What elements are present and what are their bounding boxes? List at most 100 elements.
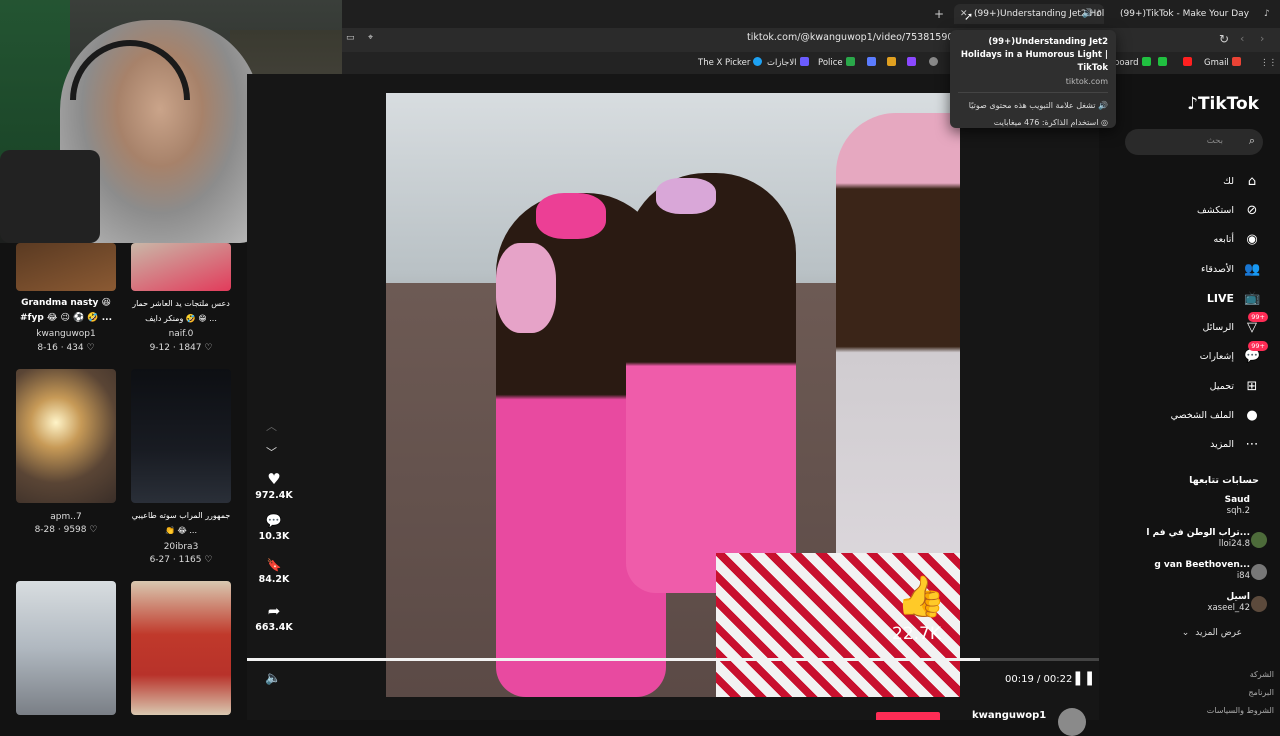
feed-user-4[interactable]: 20ibra3 (126, 540, 236, 554)
feed-thumb-6[interactable] (131, 581, 231, 715)
tab-hover-tooltip: (99+)Understanding Jet2 Holidays in a Hu… (950, 30, 1116, 128)
search-icon: ⌕ (1248, 134, 1255, 147)
author-name[interactable]: kwanguwop1 (972, 710, 1046, 721)
bookmark-board[interactable]: board (1114, 56, 1151, 70)
tab-bar: + ✕ (99+)Understanding Jet2 Holi 🔊 ♪ (99… (342, 0, 1280, 28)
feed-user-2[interactable]: naif.0 (126, 327, 236, 341)
share-action[interactable]: ➦ 663.4K (255, 602, 293, 633)
feed-thumb-3[interactable] (16, 369, 116, 503)
video-progress-bar[interactable] (247, 658, 1099, 661)
video-progress-fill (247, 658, 980, 661)
nav-item-messages[interactable]: الرسائل ▽ 99+ (1203, 312, 1268, 338)
x-picker-icon (753, 57, 763, 66)
bookmark-youtube[interactable] (1180, 56, 1192, 70)
apps-grid-icon[interactable]: ⋮⋮ (1260, 56, 1277, 70)
friends-icon: 👥 (1244, 261, 1261, 277)
back-icon[interactable]: › (1260, 29, 1264, 49)
more-icon: ⋯ (1245, 436, 1259, 452)
tiktok-note-icon: ♪ (1187, 94, 1198, 114)
chevron-down-icon: ⌄ (1181, 628, 1190, 638)
tab-search-icon[interactable]: ⌖ (368, 28, 373, 48)
nav-item-upload[interactable]: تحميل ⊞ (1210, 375, 1260, 397)
nav-item-for-you[interactable]: لك ⌂ (1223, 170, 1260, 192)
pause-icon[interactable]: ❚❚ (1072, 670, 1095, 686)
profile-icon: ● (1246, 407, 1258, 423)
volume-icon[interactable]: 🔈 (265, 671, 281, 686)
following-name: g van Beethoven... (1154, 560, 1250, 570)
bookmark-7[interactable] (926, 56, 938, 70)
footer-terms[interactable]: الشروط والسياسات (1207, 706, 1274, 715)
nav-label: استكشف (1196, 204, 1234, 216)
nav-item-more[interactable]: المزيد ⋯ (1210, 433, 1260, 455)
tab-audio-icon[interactable]: 🔊 (1082, 4, 1093, 24)
youtube-icon (1183, 57, 1192, 66)
tiktok-favicon-icon: ♪ (1096, 9, 1102, 19)
feed-stats-2: 9-12 · 1847 ♡ (149, 343, 213, 353)
bookmark-action[interactable]: 🔖 84.2K (255, 558, 293, 585)
nav-item-profile[interactable]: الملف الشخصي ● (1171, 404, 1260, 426)
bookmark-4[interactable] (864, 56, 876, 70)
heart-icon: ♥ (267, 470, 281, 488)
scroll-down-icon[interactable]: ﹀ (266, 444, 277, 460)
video-frame[interactable]: 👍 22.7K (386, 93, 960, 697)
notifications-badge: 99+ (1248, 341, 1268, 351)
feed-thumb-4[interactable] (131, 369, 231, 503)
address-bar[interactable]: tiktok.com/@kwanguwop1/video/75381590988… (747, 32, 984, 43)
following-item-1[interactable]: Saud sqh.2 (1225, 495, 1250, 517)
footer-company[interactable]: الشركة (1250, 670, 1274, 679)
memory-icon: ◎ (1101, 118, 1108, 127)
tab-tiktok[interactable]: (99+)TikTok - Make Your Day (1120, 4, 1260, 24)
like-action[interactable]: ♥ 972.4K (255, 470, 293, 501)
tiktok-favicon-icon-2: ♪ (1264, 9, 1270, 19)
feed-user-3[interactable]: apm..7 (11, 510, 121, 524)
follow-button[interactable] (876, 712, 940, 720)
nav-item-following[interactable]: أتابعه ◉ (1214, 228, 1261, 250)
bookmark-5[interactable] (884, 56, 896, 70)
right-sidebar: ♪TikTok ⌕ بحث لك ⌂ استكشف ⊘ أتابعه ◉ الأصدقاء 👥… (1099, 74, 1280, 720)
s-icon (907, 57, 916, 66)
nav-item-notifications[interactable]: إشعارات 💬 99+ (1200, 341, 1268, 367)
feed-stats-3: 8-28 · 9598 ♡ (34, 525, 98, 535)
for-you-icon: ⌂ (1247, 173, 1257, 189)
nav-item-live[interactable]: LIVE 📺 (1207, 287, 1260, 309)
following-handle: i84 (1236, 571, 1250, 581)
bookmark-police[interactable]: Police (818, 56, 855, 70)
comment-count: 10.3K (258, 531, 290, 542)
tiktok-logo[interactable]: ♪TikTok (1187, 94, 1259, 114)
feed-thumb-5[interactable] (16, 581, 116, 715)
following-avatar (1251, 596, 1267, 612)
feed-caption-2: دعس ملتجات يد العاشر حمار ومنكر دايف 🤣 😁… (132, 299, 230, 323)
kick-icon (1158, 57, 1167, 66)
reload-icon[interactable]: ↻ (1219, 29, 1229, 49)
tooltip-audio: تشغل علامة التبويب هذه محتوى صوتيًا 🔊 (968, 101, 1108, 110)
nav-label: الملف الشخصي (1170, 409, 1234, 421)
bookmark-holidays[interactable]: الاجازات (767, 56, 809, 70)
following-name: اسيل (1226, 592, 1250, 602)
thumbs-up-icon: 👍 (896, 574, 946, 620)
bookmark-kick[interactable] (1155, 56, 1167, 70)
bookmark-6[interactable] (904, 56, 916, 70)
k-icon (1141, 57, 1151, 66)
scroll-up-icon[interactable]: ︿ (266, 418, 277, 434)
bookmark-x-picker[interactable]: The X Picker (698, 56, 763, 70)
footer-program[interactable]: البرنامج (1248, 688, 1274, 697)
following-avatar (1251, 564, 1267, 580)
following-item-4[interactable]: اسيل xaseel_42 (1207, 592, 1250, 614)
comment-action[interactable]: 💬 10.3K (255, 514, 293, 542)
feed-thumb-1[interactable] (16, 243, 116, 291)
nav-item-friends[interactable]: الأصدقاء 👥 (1201, 258, 1260, 280)
new-tab-button[interactable]: + (934, 4, 944, 24)
see-more-link[interactable]: ⌄ عرض المزيد (1182, 628, 1242, 638)
following-item-2[interactable]: تراب الوطن في فم ا... lloi24.8 (1146, 528, 1250, 550)
nav-item-explore[interactable]: استكشف ⊘ (1197, 199, 1260, 221)
forward-icon[interactable]: ‹ (1240, 29, 1244, 49)
feed-thumb-2[interactable] (131, 243, 231, 291)
messages-badge: 99+ (1248, 312, 1268, 322)
author-avatar[interactable] (1058, 708, 1086, 736)
bookmark-gmail[interactable]: Gmail (1204, 56, 1241, 70)
feed-stats-1: 8-16 · 434 ♡ (37, 343, 95, 353)
search-box[interactable]: ⌕ بحث (1125, 129, 1263, 155)
feed-user-1[interactable]: kwanguwop1 (11, 327, 121, 341)
screen-cast-icon[interactable]: ▭ (346, 28, 355, 48)
following-item-3[interactable]: g van Beethoven... i84 (1154, 560, 1250, 582)
